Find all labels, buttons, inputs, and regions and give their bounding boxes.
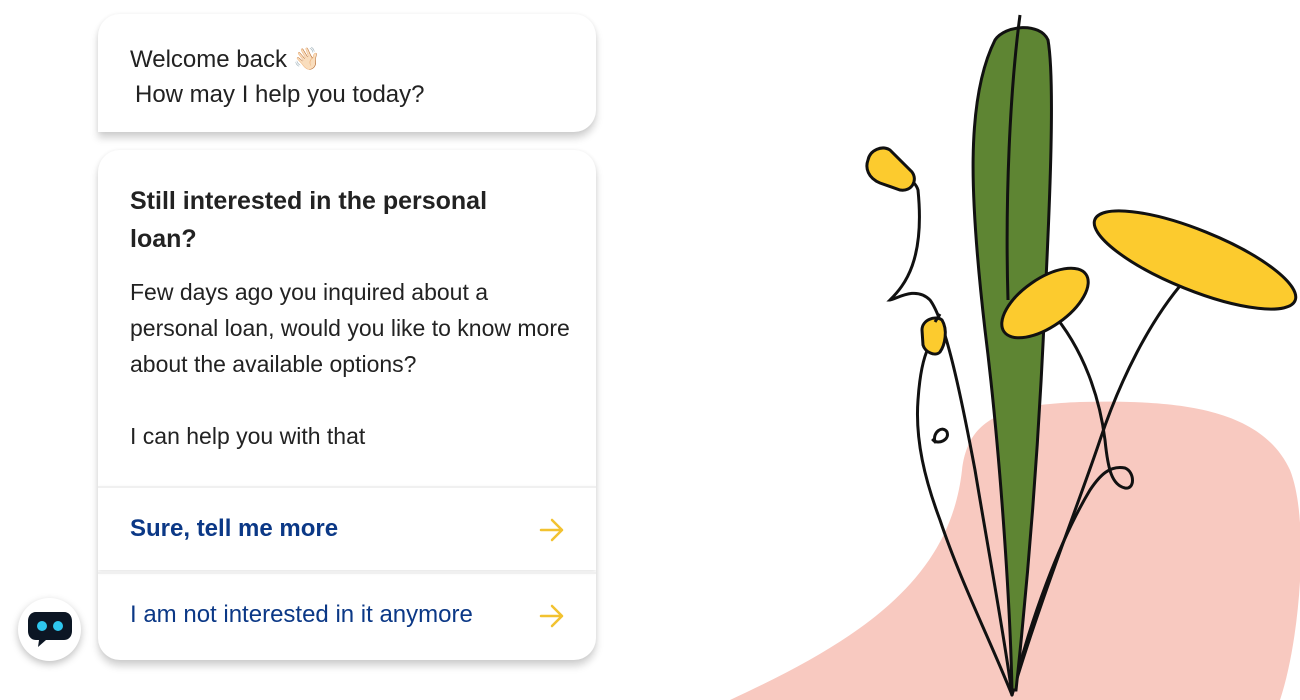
greeting-question-text: How may I help you today? xyxy=(135,81,425,108)
option-label: I am not interested in it anymore xyxy=(130,601,473,628)
yellow-bud-small xyxy=(920,316,947,356)
offer-body: Few days ago you inquired about a person… xyxy=(130,274,570,454)
arrow-right-icon xyxy=(539,604,564,628)
green-leaf-shape xyxy=(971,26,1053,692)
option-not-interested-button[interactable]: I am not interested in it anymore xyxy=(98,572,596,656)
pink-blob-shape xyxy=(730,401,1300,700)
loan-offer-card: Still interested in the personal loan? F… xyxy=(98,150,596,660)
greeting-welcome-text: Welcome back xyxy=(130,46,287,73)
greeting-line-welcome: Welcome back 👋🏻 xyxy=(130,44,320,75)
greeting-message-card: Welcome back 👋🏻 How may I help you today? xyxy=(98,14,596,132)
chatbot-launcher-button[interactable] xyxy=(18,598,81,661)
waving-hand-icon: 👋🏻 xyxy=(292,46,321,71)
yellow-bud-top xyxy=(865,146,916,192)
offer-body-paragraph: Few days ago you inquired about a person… xyxy=(130,279,570,377)
yellow-petal-large xyxy=(1092,209,1298,311)
chatbot-icon xyxy=(28,612,72,647)
option-label: Sure, tell me more xyxy=(130,515,339,542)
yellow-petal-medium xyxy=(1000,266,1090,340)
offer-title: Still interested in the personal loan? xyxy=(130,187,488,253)
arrow-right-icon xyxy=(539,518,564,542)
offer-body-followup: I can help you with that xyxy=(130,423,366,449)
option-sure-tell-me-more-button[interactable]: Sure, tell me more xyxy=(98,486,596,570)
